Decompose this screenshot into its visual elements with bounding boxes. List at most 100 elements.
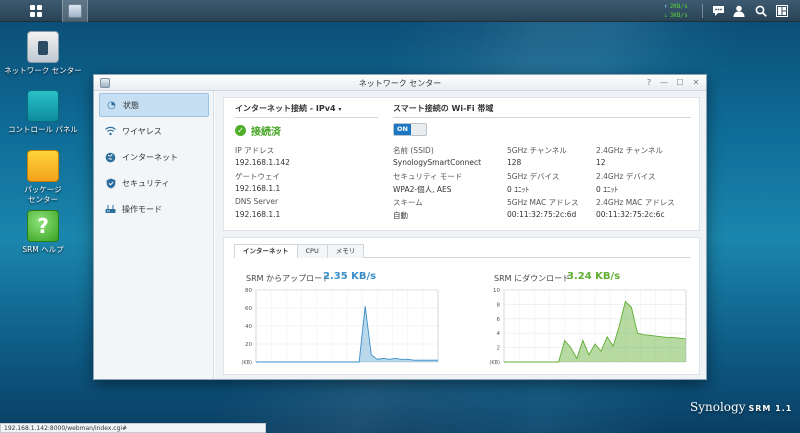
section-divider (393, 117, 691, 118)
desktop-icon-label: パッケージ センター (24, 185, 62, 204)
shield-icon (105, 178, 116, 189)
dashboard-icon: ◔ (107, 99, 116, 111)
toggle-on-label: ON (394, 124, 411, 135)
control-panel-icon (27, 90, 59, 122)
upload-chart-title: SRM からアップロード (246, 274, 331, 283)
taskbar-app-network-center[interactable] (62, 0, 88, 22)
globe-icon (105, 152, 116, 163)
chat-bubble-icon (712, 6, 724, 16)
upload-chart: 20 40 60 80 (KB) (241, 288, 439, 366)
widgets-button[interactable] (772, 0, 792, 22)
24ghz-devices-value: 0 ﾕﾆｯﾄ (596, 185, 619, 194)
5ghz-mac-label: 5GHz MAC アドレス (507, 198, 579, 207)
security-mode-label: セキュリティ モード (393, 172, 463, 181)
desktop-icon-control-panel[interactable]: コントロール パネル (3, 90, 83, 135)
tab-internet[interactable]: インターネット (234, 244, 298, 258)
main-menu-icon (30, 5, 42, 17)
ssid-label: 名前 (SSID) (393, 146, 434, 155)
24ghz-devices-label: 2.4GHz デバイス (596, 172, 656, 181)
internet-connection-heading: インターネット接続 - IPv4 (235, 104, 336, 113)
gateway-label: ゲートウェイ (235, 172, 280, 181)
desktop-icon-label: SRM ヘルプ (22, 245, 64, 254)
chevron-down-icon: ▾ (338, 106, 342, 113)
section-divider (235, 117, 378, 118)
download-chart-title: SRM にダウンロード (494, 274, 571, 283)
taskbar: 2KB/s 3KB/s (0, 0, 800, 22)
upload-tick-label: 80 (245, 288, 252, 294)
router-icon (105, 204, 116, 215)
tab-memory[interactable]: メモリ (326, 244, 365, 258)
search-icon (755, 5, 767, 17)
widgets-icon (776, 5, 788, 17)
sidebar-item-label: ワイヤレス (122, 126, 162, 136)
download-unit-label: (KB) (489, 360, 500, 366)
security-mode-value: WPA2-個人, AES (393, 185, 452, 194)
sidebar-item-internet[interactable]: インターネット (99, 145, 209, 169)
upload-unit-label: (KB) (241, 360, 252, 366)
help-button[interactable]: ? (643, 77, 655, 89)
window-title: ネットワーク センター (358, 79, 442, 88)
5ghz-channel-value: 128 (507, 158, 522, 167)
traffic-monitor-panel: インターネット CPU メモリ SRM からアップロード 2.35 KB/s S… (223, 237, 700, 375)
brand-name: Synology (690, 400, 746, 414)
desktop-icon-label: ネットワーク センター (4, 66, 82, 75)
close-button[interactable]: ✕ (690, 77, 702, 89)
24ghz-mac-label: 2.4GHz MAC アドレス (596, 198, 675, 207)
sidebar-item-status[interactable]: ◔ 状態 (99, 93, 209, 117)
package-center-icon (27, 150, 59, 182)
smart-connect-toggle[interactable]: ON (393, 123, 427, 136)
gateway-value: 192.168.1.1 (235, 184, 281, 193)
synology-logo: Synology SRM 1.1 (690, 400, 792, 414)
sidebar-item-security[interactable]: セキュリティ (99, 171, 209, 195)
main-menu-button[interactable] (25, 0, 47, 22)
download-rate-value: 3.24 KB/s (567, 271, 621, 282)
connection-status: ✓ 接続済 (235, 123, 281, 138)
upload-rate-value: 2.35 KB/s (323, 271, 377, 282)
scheme-value: 自動 (393, 211, 408, 220)
help-icon: ? (27, 210, 59, 242)
minimize-button[interactable]: — (658, 77, 670, 89)
internet-connection-dropdown[interactable]: インターネット接続 - IPv4 ▾ (235, 103, 341, 114)
window-titlebar[interactable]: ネットワーク センター ? — ☐ ✕ (94, 75, 706, 91)
5ghz-devices-label: 5GHz デバイス (507, 172, 560, 181)
download-tick-label: 2 (497, 346, 501, 352)
download-tick-label: 4 (497, 331, 501, 337)
tab-cpu[interactable]: CPU (296, 244, 328, 258)
notifications-button[interactable] (708, 0, 728, 22)
user-menu-button[interactable] (729, 0, 749, 22)
maximize-button[interactable]: ☐ (674, 77, 686, 89)
sidebar-item-label: インターネット (122, 152, 178, 162)
24ghz-mac-value: 00:11:32:75:2c:6c (596, 210, 665, 219)
desktop-icon-package-center[interactable]: パッケージ センター (3, 150, 83, 205)
desktop-icon-srm-help[interactable]: ? SRM ヘルプ (3, 210, 83, 255)
download-tick-label: 10 (493, 288, 500, 294)
ip-address-value: 192.168.1.142 (235, 158, 290, 167)
network-center-icon (68, 4, 82, 18)
5ghz-devices-value: 0 ﾕﾆｯﾄ (507, 185, 530, 194)
scheme-label: スキーム (393, 198, 423, 207)
check-circle-icon: ✓ (235, 125, 246, 136)
upload-tick-label: 60 (245, 306, 252, 312)
24ghz-channel-value: 12 (596, 158, 606, 167)
ip-address-label: IP アドレス (235, 146, 275, 155)
sidebar: ◔ 状態 ワイヤレス インターネット セキュリティ 操作モード (94, 91, 214, 379)
sidebar-item-wireless[interactable]: ワイヤレス (99, 119, 209, 143)
product-name: SRM 1.1 (748, 404, 793, 413)
ssid-value: SynologySmartConnect (393, 158, 482, 167)
content-area: インターネット接続 - IPv4 ▾ ✓ 接続済 IP アドレス 192.168… (215, 91, 706, 379)
sidebar-item-operation-mode[interactable]: 操作モード (99, 197, 209, 221)
download-tick-label: 8 (497, 302, 501, 308)
search-button[interactable] (751, 0, 771, 22)
sidebar-item-label: 操作モード (122, 204, 162, 214)
upload-tick-label: 20 (245, 342, 252, 348)
dns-server-label: DNS Server (235, 197, 279, 206)
network-center-window: ネットワーク センター ? — ☐ ✕ ◔ 状態 ワイヤレス インターネット セ (93, 74, 707, 380)
desktop-icon-network-center[interactable]: ネットワーク センター (3, 31, 83, 76)
network-center-icon (27, 31, 59, 63)
dns-server-value: 192.168.1.1 (235, 210, 281, 219)
smart-connect-heading: スマート接続の Wi-Fi 帯域 (393, 104, 494, 113)
wifi-icon (105, 126, 116, 137)
taskbar-divider (702, 4, 703, 18)
download-chart: 2 4 6 8 10 (KB) (489, 288, 687, 366)
sidebar-item-label: セキュリティ (122, 178, 170, 188)
